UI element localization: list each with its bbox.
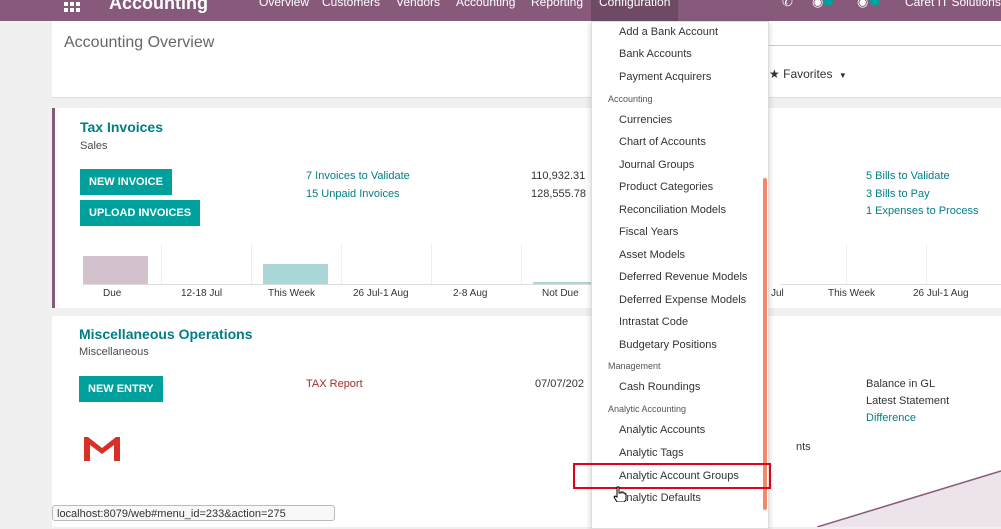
menu-item-reconciliation-models[interactable]: Reconciliation Models: [619, 204, 726, 216]
menu-item-fiscal-years[interactable]: Fiscal Years: [619, 226, 678, 238]
purchase-graph: [780, 244, 1001, 285]
nav-vendors[interactable]: Vendors: [396, 0, 440, 9]
graph-label: 26 Jul-1 Aug: [913, 288, 969, 299]
configuration-dropdown-menu: Add a Bank Account Bank Accounts Payment…: [591, 21, 769, 529]
graph-label: 12-18 Jul: [181, 288, 223, 299]
menu-item-cash-roundings[interactable]: Cash Roundings: [619, 381, 700, 393]
nav-accounting[interactable]: Accounting: [456, 0, 515, 9]
graph-bar-due[interactable]: [83, 256, 148, 284]
bills-to-validate-link[interactable]: 5 Bills to Validate: [866, 170, 950, 182]
menu-item-budgetary-positions[interactable]: Budgetary Positions: [619, 339, 717, 351]
graph-bar-this-week[interactable]: [263, 264, 328, 284]
card-title[interactable]: Tax Invoices: [80, 119, 163, 135]
partial-text: nts: [796, 441, 811, 453]
gmail-icon: [84, 437, 120, 461]
menu-item-analytic-accounts[interactable]: Analytic Accounts: [619, 424, 705, 436]
upload-invoices-button[interactable]: UPLOAD INVOICES: [80, 200, 201, 226]
chat-icon[interactable]: ◉: [812, 0, 823, 10]
search-bar[interactable]: [766, 45, 1001, 46]
new-invoice-button[interactable]: NEW INVOICE: [80, 169, 172, 195]
graph-label: 2-8 Aug: [453, 288, 488, 299]
bills-to-pay-link[interactable]: 3 Bills to Pay: [866, 188, 930, 200]
menu-item-currencies[interactable]: Currencies: [619, 114, 672, 126]
highlight-box: [573, 463, 771, 489]
menu-item-bank-accounts[interactable]: Bank Accounts: [619, 48, 692, 60]
menu-item-payment-acquirers[interactable]: Payment Acquirers: [619, 71, 711, 83]
breadcrumb: Accounting Overview: [64, 34, 215, 51]
status-bar-url: localhost:8079/web#menu_id=233&action=27…: [52, 505, 335, 521]
amount-to-validate: 110,932.31: [531, 170, 586, 182]
menu-item-analytic-defaults[interactable]: Analytic Defaults: [619, 492, 701, 504]
card-title[interactable]: Miscellaneous Operations: [79, 326, 253, 342]
difference-link[interactable]: Difference: [866, 412, 916, 424]
nav-overview[interactable]: Overview: [259, 0, 309, 9]
nav-reporting[interactable]: Reporting: [531, 0, 583, 9]
menu-header-accounting: Accounting: [608, 94, 653, 104]
menu-item-analytic-tags[interactable]: Analytic Tags: [619, 447, 684, 459]
phone-icon[interactable]: ✆: [782, 0, 793, 10]
entry-date: 07/07/202: [535, 378, 584, 390]
expenses-to-process-link[interactable]: 1 Expenses to Process: [866, 205, 979, 217]
nav-customers[interactable]: Customers: [322, 0, 380, 9]
menu-header-management: Management: [608, 361, 661, 371]
menu-item-asset-models[interactable]: Asset Models: [619, 249, 685, 261]
menu-item-deferred-expense-models[interactable]: Deferred Expense Models: [619, 294, 746, 306]
graph-label: This Week: [828, 288, 876, 299]
graph-label: Jul: [771, 288, 784, 299]
menu-scrollbar[interactable]: [763, 178, 767, 510]
card-subtitle: Sales: [80, 140, 108, 152]
graph-label: This Week: [268, 288, 316, 299]
nav-configuration[interactable]: Configuration: [591, 0, 679, 21]
menu-item-journal-groups[interactable]: Journal Groups: [619, 159, 694, 171]
balance-chart: [817, 470, 1001, 527]
graph-label: 26 Jul-1 Aug: [353, 288, 409, 299]
control-panel: Accounting Overview ★ Favorites ▼: [52, 21, 1001, 98]
chat-badge: [823, 0, 833, 6]
caret-down-icon: ▼: [838, 71, 847, 80]
favorites-dropdown[interactable]: ★ Favorites ▼: [769, 67, 847, 81]
sales-graph: [83, 244, 623, 285]
star-icon: ★: [769, 67, 780, 81]
activity-badge: [870, 0, 880, 6]
app-title: Accounting: [109, 0, 208, 13]
amount-unpaid: 128,555.78: [531, 188, 587, 200]
tax-report-link[interactable]: TAX Report: [306, 378, 363, 390]
menu-header-analytic-accounting: Analytic Accounting: [608, 404, 687, 414]
invoices-to-validate-link[interactable]: 7 Invoices to Validate: [306, 170, 410, 182]
unpaid-invoices-link[interactable]: 15 Unpaid Invoices: [306, 188, 400, 200]
balance-in-gl-label: Balance in GL: [866, 378, 936, 390]
new-entry-button[interactable]: NEW ENTRY: [79, 376, 163, 402]
misc-operations-card: Miscellaneous Operations Miscellaneous N…: [52, 316, 1001, 527]
top-navbar: Accounting Overview Customers Vendors Ac…: [0, 0, 1001, 21]
graph-label: Not Due: [542, 288, 579, 299]
graph-label: Due: [103, 288, 122, 299]
apps-menu-icon[interactable]: [64, 0, 80, 12]
menu-item-add-bank-account[interactable]: Add a Bank Account: [619, 26, 718, 38]
menu-item-deferred-revenue-models[interactable]: Deferred Revenue Models: [619, 271, 747, 283]
card-subtitle: Miscellaneous: [79, 346, 149, 358]
favorites-label: Favorites: [783, 67, 833, 81]
graph-bar-not-due[interactable]: [533, 282, 593, 284]
company-switcher[interactable]: Caret IT Solutions: [905, 0, 1001, 9]
menu-item-intrastat-code[interactable]: Intrastat Code: [619, 316, 688, 328]
latest-statement-label: Latest Statement: [866, 395, 950, 407]
menu-item-chart-of-accounts[interactable]: Chart of Accounts: [619, 136, 706, 148]
hand-cursor-icon: [613, 486, 627, 502]
sales-journal-card: Tax Invoices Sales NEW INVOICE UPLOAD IN…: [52, 108, 1001, 308]
menu-item-product-categories[interactable]: Product Categories: [619, 181, 713, 193]
activity-icon[interactable]: ◉: [857, 0, 868, 10]
